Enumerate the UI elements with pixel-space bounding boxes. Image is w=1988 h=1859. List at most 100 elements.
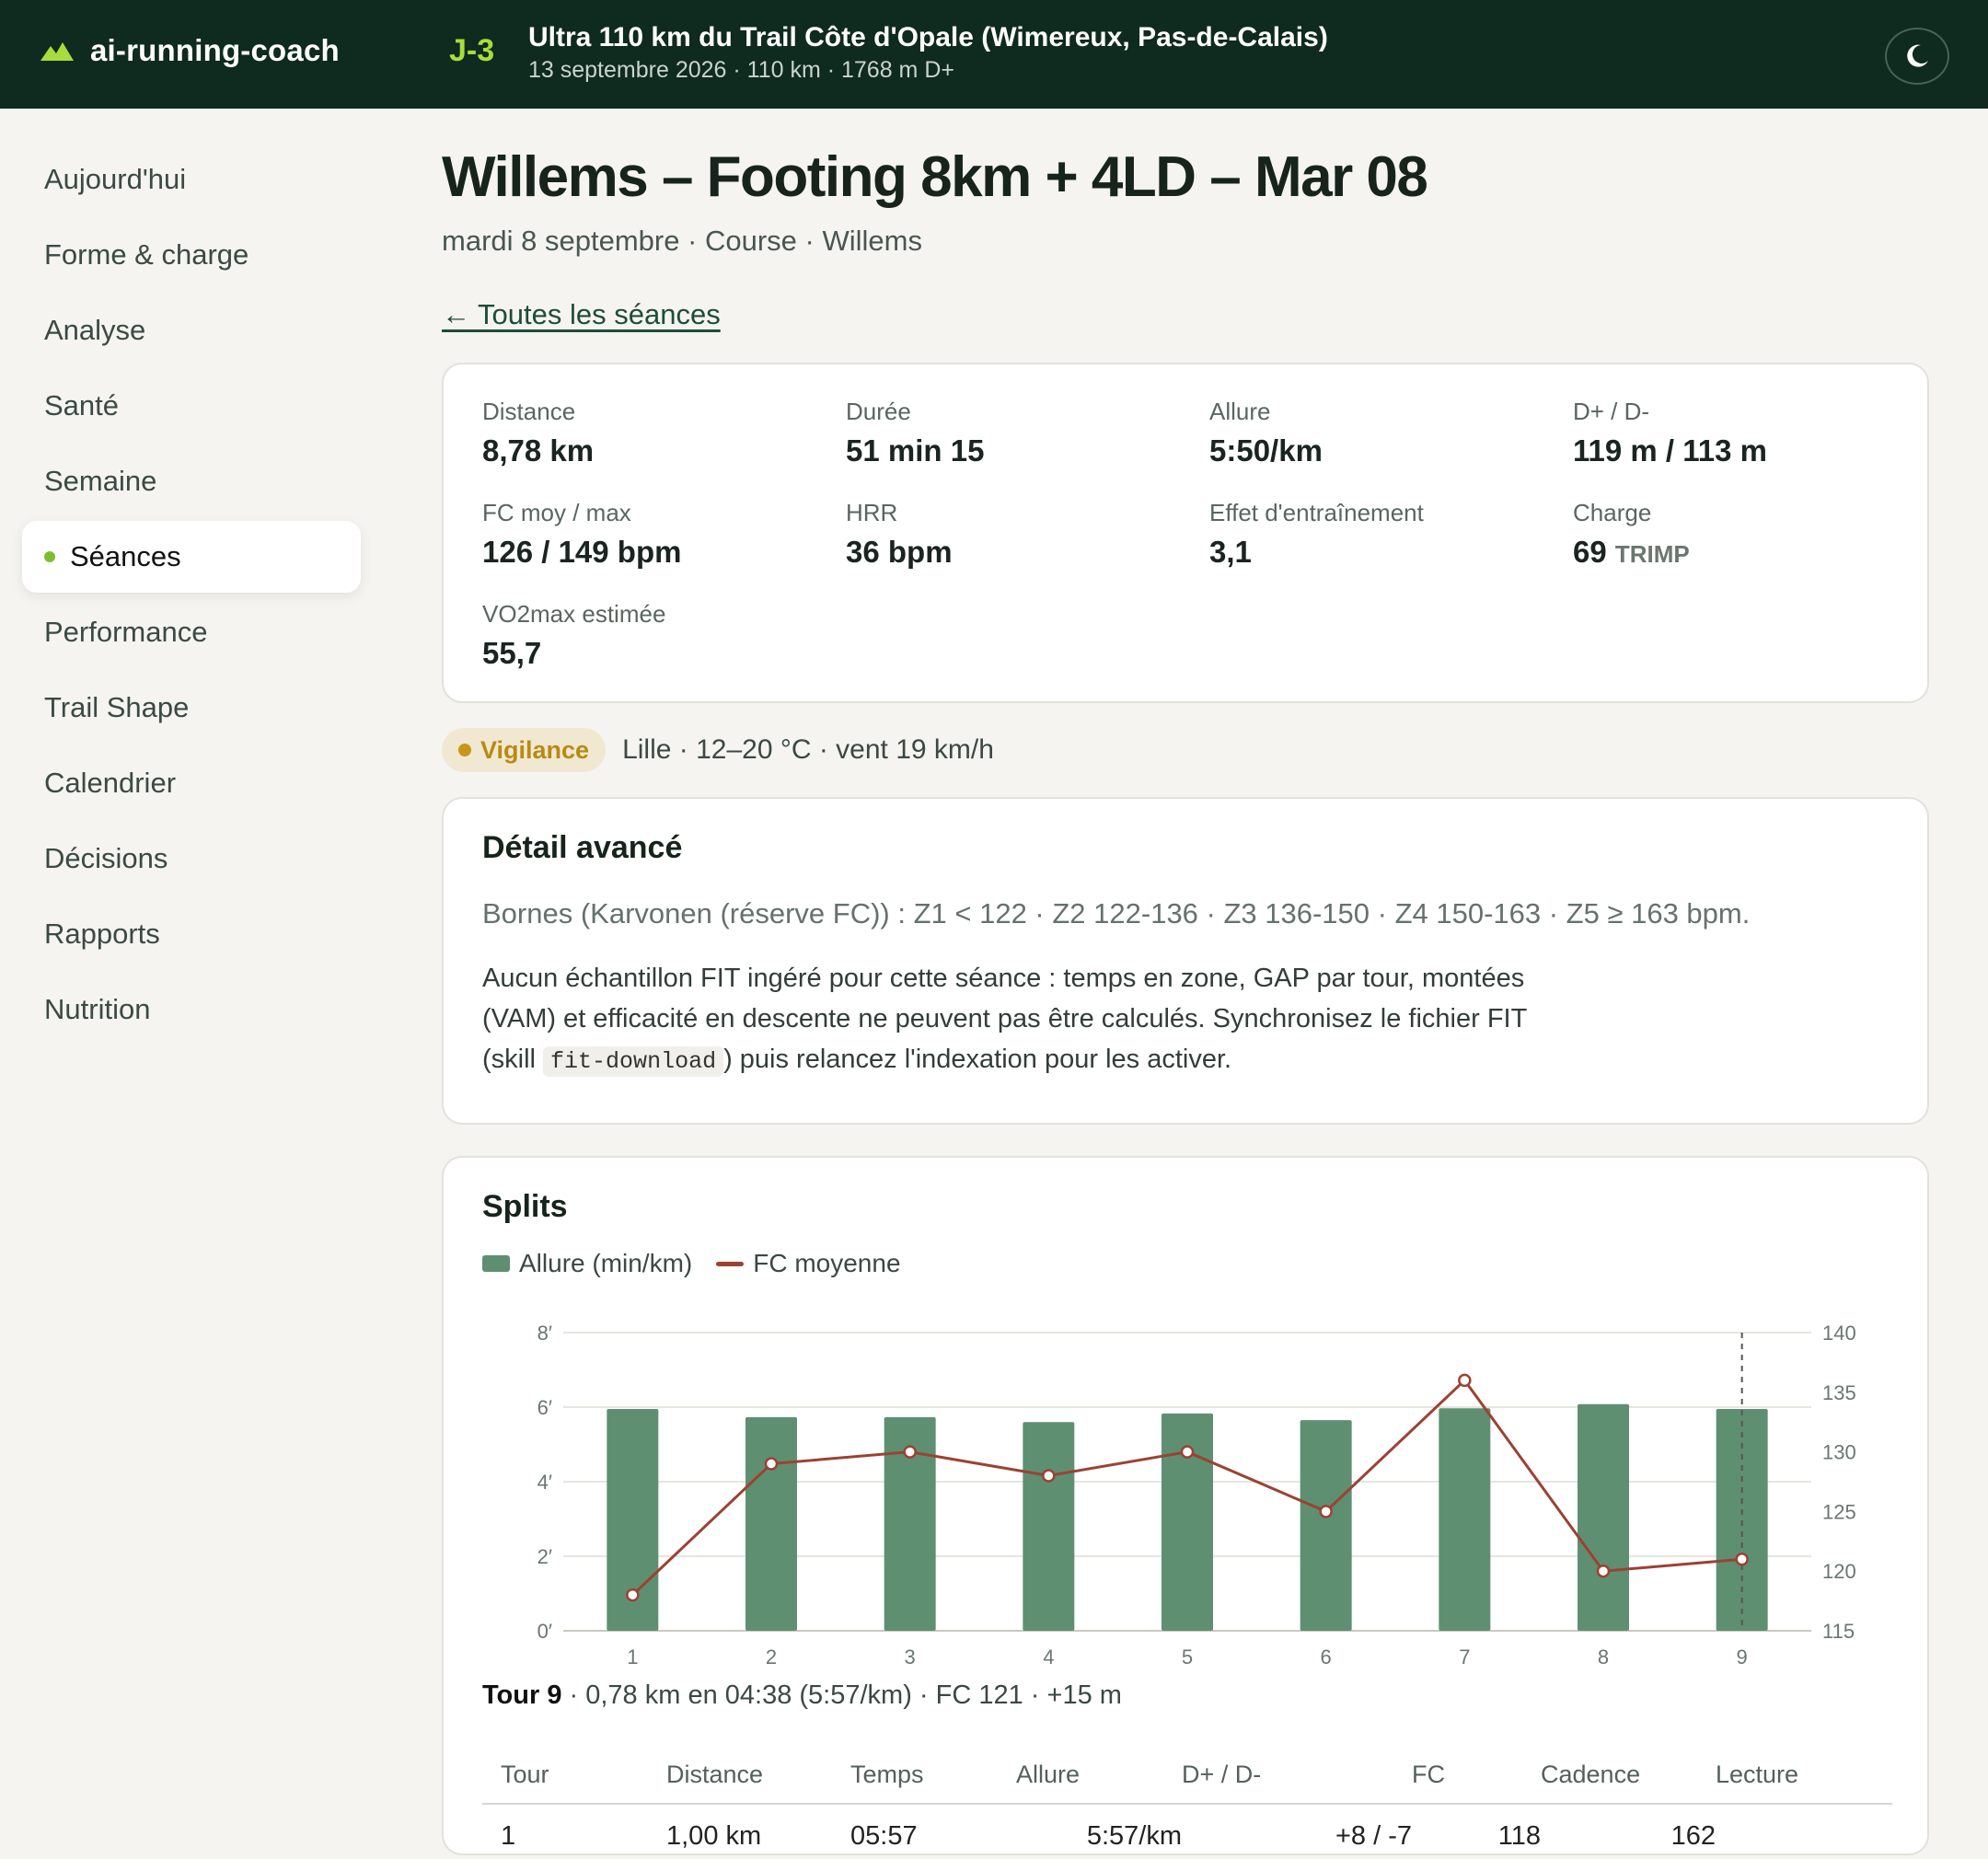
y-left-tick-label: 2′ [537, 1545, 552, 1568]
race-meta: 13 septembre 2026 · 110 km · 1768 m D+ [528, 57, 954, 83]
moon-icon [1907, 44, 1928, 67]
sidebar-item-seances[interactable]: Séances [22, 521, 361, 593]
stat-value: 3,1 [1209, 535, 1252, 570]
hr-point [903, 1445, 917, 1460]
pace-bar [746, 1417, 797, 1632]
y-right-tick-label: 140 [1822, 1322, 1856, 1345]
hr-point [1458, 1373, 1472, 1388]
cell-tour: 1 [501, 1821, 516, 1852]
weather-text: Lille · 12–20 °C · vent 19 km/h [622, 734, 994, 766]
legend-item-pace[interactable]: Allure (min/km) [482, 1249, 692, 1278]
theme-toggle-button[interactable] [1885, 28, 1949, 85]
pace-bar [1716, 1409, 1768, 1632]
y-right-tick-label: 130 [1822, 1441, 1856, 1464]
y-left-tick-label: 0′ [537, 1620, 552, 1643]
sidebar-item-nutrition[interactable]: Nutrition [22, 974, 361, 1045]
pace-bar [1439, 1408, 1491, 1632]
cell-hr: 118 [1497, 1821, 1541, 1852]
sidebar-item-label: Rapports [44, 918, 160, 950]
race-title: Ultra 110 km du Trail Côte d'Opale (Wime… [528, 22, 1328, 52]
page-subtitle: mardi 8 septembre · Course · Willems [442, 225, 922, 258]
sidebar-item-semaine[interactable]: Semaine [22, 445, 361, 517]
sidebar-item-label: Forme & charge [44, 238, 249, 271]
pace-bar [1023, 1422, 1075, 1632]
cell-pace: 5:57/km [1086, 1821, 1182, 1852]
race-countdown: J-3 [449, 33, 495, 68]
legend-swatch-pace [482, 1255, 510, 1273]
col-header-tour[interactable]: Tour [482, 1747, 666, 1806]
legend-item-hr[interactable]: FC moyenne [716, 1249, 901, 1278]
col-header-hr[interactable]: FC [1412, 1747, 1541, 1806]
col-header-pace[interactable]: Allure [1016, 1747, 1182, 1806]
x-tick-label: 8 [1598, 1645, 1609, 1668]
table-row[interactable]: 1 1,00 km 05:57 5:57/km +8 / -7 118 162 [482, 1804, 1892, 1853]
sidebar-item-label: Séances [70, 540, 181, 572]
sidebar-item-label: Aujourd'hui [44, 163, 187, 195]
selected-tour-label: Tour 9 [482, 1680, 562, 1711]
sidebar-nav: Aujourd'hui Forme & charge Analyse Santé… [22, 144, 361, 1049]
hr-zones-text: Bornes (Karvonen (réserve FC)) : Z1 < 12… [482, 897, 1751, 930]
back-to-sessions-link[interactable]: ← Toutes les séances [442, 298, 721, 331]
sidebar-item-rapports[interactable]: Rapports [22, 898, 361, 970]
x-tick-label: 6 [1321, 1645, 1332, 1668]
col-header-time[interactable]: Temps [850, 1747, 1016, 1806]
sidebar-item-label: Décisions [44, 842, 168, 874]
stats-card: Distance 8,78 km Durée 51 min 15 Allure … [442, 363, 1929, 704]
x-tick-label: 3 [905, 1645, 916, 1668]
sidebar-item-sante[interactable]: Santé [22, 370, 361, 442]
y-left-tick-label: 8′ [537, 1322, 552, 1345]
stat-label: FC moy / max [482, 499, 631, 527]
sidebar-item-aujourdhui[interactable]: Aujourd'hui [22, 144, 361, 215]
stat-elevation: D+ / D- 119 m / 113 m [1573, 398, 1904, 468]
weather-row: Vigilance Lille · 12–20 °C · vent 19 km/… [442, 727, 1929, 773]
sidebar-item-decisions[interactable]: Décisions [22, 823, 361, 895]
x-tick-label: 7 [1459, 1645, 1470, 1668]
col-header-distance[interactable]: Distance [666, 1747, 850, 1806]
legend-label-pace: Allure (min/km) [519, 1249, 693, 1278]
cell-distance: 1,00 km [666, 1821, 762, 1852]
sidebar-item-label: Analyse [44, 314, 146, 346]
stat-training-effect: Effet d'entraînement 3,1 [1209, 499, 1541, 570]
stat-value: 119 m / 113 m [1573, 433, 1768, 468]
hr-point [1735, 1553, 1749, 1566]
cell-reading [1716, 1804, 1892, 1853]
detail-title: Détail avancé [482, 830, 683, 866]
legend-label-hr: FC moyenne [753, 1249, 901, 1278]
sidebar-item-forme-charge[interactable]: Forme & charge [22, 219, 361, 291]
x-tick-label: 5 [1182, 1645, 1193, 1668]
vigilance-dot-icon [458, 744, 471, 757]
vigilance-badge: Vigilance [442, 728, 607, 773]
col-header-cadence[interactable]: Cadence [1541, 1747, 1716, 1806]
stat-duration: Durée 51 min 15 [846, 398, 1177, 468]
cell-elevation: +8 / -7 [1335, 1821, 1412, 1852]
sidebar-item-calendrier[interactable]: Calendrier [22, 747, 361, 819]
sidebar-item-performance[interactable]: Performance [22, 596, 361, 668]
sidebar-item-label: Semaine [44, 465, 157, 497]
hr-point [1042, 1469, 1056, 1484]
stat-value: 55,7 [482, 636, 542, 671]
stat-value: 51 min 15 [846, 433, 985, 468]
stat-label: Effet d'entraînement [1209, 499, 1424, 527]
hr-point [764, 1457, 779, 1472]
stat-load-value: 69 [1573, 535, 1607, 570]
x-tick-label: 1 [627, 1645, 638, 1668]
table-header-row: Tour Distance Temps Allure D+ / D- FC Ca… [482, 1747, 1892, 1806]
hr-point [1180, 1445, 1195, 1460]
page-title: Willems – Footing 8km + 4LD – Mar 08 [442, 145, 1428, 209]
col-header-reading[interactable]: Lecture [1716, 1747, 1892, 1806]
stat-load-unit: TRIMP [1614, 540, 1690, 569]
hr-point [1596, 1565, 1611, 1578]
x-tick-label: 4 [1043, 1645, 1054, 1668]
col-header-elevation[interactable]: D+ / D- [1182, 1747, 1412, 1806]
splits-chart[interactable]: 0′ 2′ 4′ 6′ 8′ 115 120 125 130 135 140 1 2 3 4 5 6 7 8 9 [444, 1305, 1927, 1673]
fit-missing-notice: Aucun échantillon FIT ingéré pour cette … [482, 958, 1587, 1082]
sidebar-item-trail-shape[interactable]: Trail Shape [22, 672, 361, 744]
cell-cadence: 162 [1670, 1821, 1716, 1852]
hr-point [626, 1588, 640, 1602]
x-tick-label: 9 [1737, 1645, 1748, 1668]
skill-code: fit-download [543, 1046, 724, 1078]
brand[interactable]: ai-running-coach [40, 33, 340, 68]
active-indicator-dot [44, 551, 55, 562]
sidebar-item-analyse[interactable]: Analyse [22, 294, 361, 366]
sidebar-item-label: Santé [44, 389, 120, 421]
